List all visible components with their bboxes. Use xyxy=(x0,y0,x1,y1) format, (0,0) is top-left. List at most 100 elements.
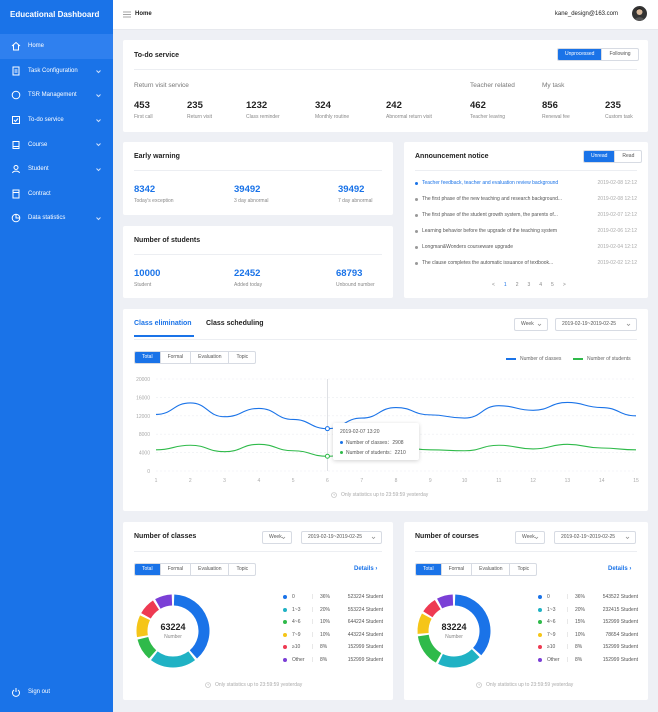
tab-evaluation[interactable]: Evaluation xyxy=(191,564,230,575)
page-button[interactable]: 5 xyxy=(551,282,554,288)
details-link[interactable]: Details › xyxy=(354,566,377,572)
top-bar: Home kane_design@163.com xyxy=(113,0,658,30)
todo-stat[interactable]: 453 First call xyxy=(134,100,153,120)
range-label: ≥10 xyxy=(292,644,301,650)
x-tick-label: 14 xyxy=(599,478,605,484)
chevron-down-icon xyxy=(96,69,101,73)
page-button[interactable]: 4 xyxy=(539,282,542,288)
donut-slice[interactable] xyxy=(423,599,441,618)
donut-slice[interactable] xyxy=(141,600,160,619)
todo-stat[interactable]: 462 Teacher leaving xyxy=(470,100,505,120)
warning-stat[interactable]: 8342 Today's exception xyxy=(134,184,174,204)
students-stat[interactable]: 10000 Student xyxy=(134,268,160,288)
separator: | xyxy=(312,619,314,625)
tab-following[interactable]: Following xyxy=(602,49,637,60)
students-stat[interactable]: 22452 Added today xyxy=(234,268,262,288)
sidebar-item-home[interactable]: Home xyxy=(0,34,113,59)
warning-stat[interactable]: 39492 3 day abnormal xyxy=(234,184,268,204)
announcement-item[interactable]: Learning behavior before the upgrade of … xyxy=(415,228,637,240)
sidebar-item-label: Course xyxy=(28,141,48,148)
next-page-button[interactable]: > xyxy=(563,282,566,288)
student-count: 443224 Student xyxy=(347,631,383,638)
date-range-select[interactable]: 2019-02-19~2019-02-25 xyxy=(554,531,636,544)
sidebar-item-contract[interactable]: Contract xyxy=(0,182,113,207)
page-button[interactable]: 2 xyxy=(516,282,519,288)
tab-unread[interactable]: Unread xyxy=(584,151,616,162)
distribution-row: Other | 8% 152999 Student xyxy=(538,655,638,665)
sidebar-item-tsr-management[interactable]: TSR Management xyxy=(0,83,113,108)
announcement-item[interactable]: Teacher feedback, teacher and evaluation… xyxy=(415,180,637,192)
sidebar-item-course[interactable]: Course xyxy=(0,132,113,157)
tooltip-row: Number of classes： 2908 xyxy=(340,439,404,446)
sidebar-item-label: Data statistics xyxy=(28,215,66,222)
sign-out-button[interactable]: Sign out xyxy=(11,687,50,697)
tab-formal[interactable]: Formal xyxy=(442,564,473,575)
sidebar-item-student[interactable]: Student xyxy=(0,157,113,182)
students-stat[interactable]: 68793 Unbound number xyxy=(336,268,375,288)
date-range-select[interactable]: 2019-02-19~2019-02-25 xyxy=(301,531,382,544)
tab-topic[interactable]: Topic xyxy=(229,564,255,575)
tab-formal[interactable]: Formal xyxy=(161,564,192,575)
period-select[interactable]: Week xyxy=(515,531,545,544)
user-email[interactable]: kane_design@163.com xyxy=(555,11,618,17)
divider xyxy=(134,254,382,255)
range-label: 7~9 xyxy=(547,631,556,638)
chevron-down-icon xyxy=(534,536,539,539)
todo-stat[interactable]: 1232 Class reminder xyxy=(246,100,280,120)
donut-slice[interactable] xyxy=(155,594,173,609)
warning-stat[interactable]: 39492 7 day abnormal xyxy=(338,184,372,204)
tab-topic[interactable]: Topic xyxy=(510,564,536,575)
percent-label: 10% xyxy=(320,631,331,638)
donut-slice[interactable] xyxy=(150,651,196,668)
sidebar-item-task-configuration[interactable]: Task Configuration xyxy=(0,59,113,84)
page-button[interactable]: 1 xyxy=(504,282,507,288)
announcement-item[interactable]: The first phase of the student growth sy… xyxy=(415,212,637,224)
percent-label: 8% xyxy=(320,644,328,650)
period-select[interactable]: Week xyxy=(262,531,292,544)
announcement-item[interactable]: The first phase of the new teaching and … xyxy=(415,196,637,208)
prev-page-button[interactable]: < xyxy=(492,282,495,288)
todo-stat[interactable]: 242 Abnormal return visit xyxy=(386,100,432,120)
page-button[interactable]: 3 xyxy=(527,282,530,288)
chevron-down-icon xyxy=(281,536,286,539)
range-label: 0 xyxy=(547,594,550,600)
todo-stat[interactable]: 235 Custom task xyxy=(605,100,633,120)
todo-stat[interactable]: 324 Monthly routine xyxy=(315,100,349,120)
distribution-row: 1~3 | 20% 232415 Student xyxy=(538,605,638,615)
y-tick-label: 16000 xyxy=(136,395,150,401)
announcement-item[interactable]: Longman&Wonders courseware upgrade 2019-0… xyxy=(415,244,637,256)
todo-stat[interactable]: 235 Return visit xyxy=(187,100,212,120)
sidebar-item-data-statistics[interactable]: Data statistics xyxy=(0,206,113,231)
announcement-title: Announcement notice xyxy=(415,153,489,160)
tab-unprocessed[interactable]: Unprocessed xyxy=(558,49,603,60)
class-elimination-card: Class elimination Class scheduling Week … xyxy=(123,309,648,511)
chat-icon xyxy=(11,91,21,100)
student-count: 543522 Student xyxy=(602,594,638,600)
group-label: Return visit service xyxy=(134,82,189,89)
pagination: < 1 2 3 4 5 > xyxy=(492,282,566,288)
highlight-point xyxy=(324,426,330,432)
separator: | xyxy=(312,606,314,613)
distribution-row: 4~6 | 10% 644224 Student xyxy=(283,617,383,627)
x-tick-label: 1 xyxy=(155,478,158,484)
y-tick-label: 0 xyxy=(147,469,150,475)
announcement-item[interactable]: The clause completes the automatic issua… xyxy=(415,260,637,272)
legend-dot xyxy=(283,607,287,612)
donut-slice[interactable] xyxy=(437,594,454,609)
todo-stat[interactable]: 856 Renewal fee xyxy=(542,100,570,120)
donut-slice[interactable] xyxy=(438,648,480,668)
tab-total[interactable]: Total xyxy=(135,564,161,575)
tab-evaluation[interactable]: Evaluation xyxy=(472,564,511,575)
menu-icon[interactable] xyxy=(123,11,131,18)
sidebar-item-to-do-service[interactable]: To-do service xyxy=(0,108,113,133)
chevron-down-icon xyxy=(625,536,630,539)
percent-label: 10% xyxy=(320,619,331,625)
tab-read[interactable]: Read xyxy=(615,151,641,162)
tab-total[interactable]: Total xyxy=(416,564,442,575)
donut-slice[interactable] xyxy=(137,636,157,659)
donut-center: 83224 Number xyxy=(441,622,467,640)
details-link[interactable]: Details › xyxy=(608,566,631,572)
power-icon xyxy=(12,688,20,697)
tooltip-dot xyxy=(340,441,343,444)
avatar[interactable] xyxy=(632,6,647,21)
